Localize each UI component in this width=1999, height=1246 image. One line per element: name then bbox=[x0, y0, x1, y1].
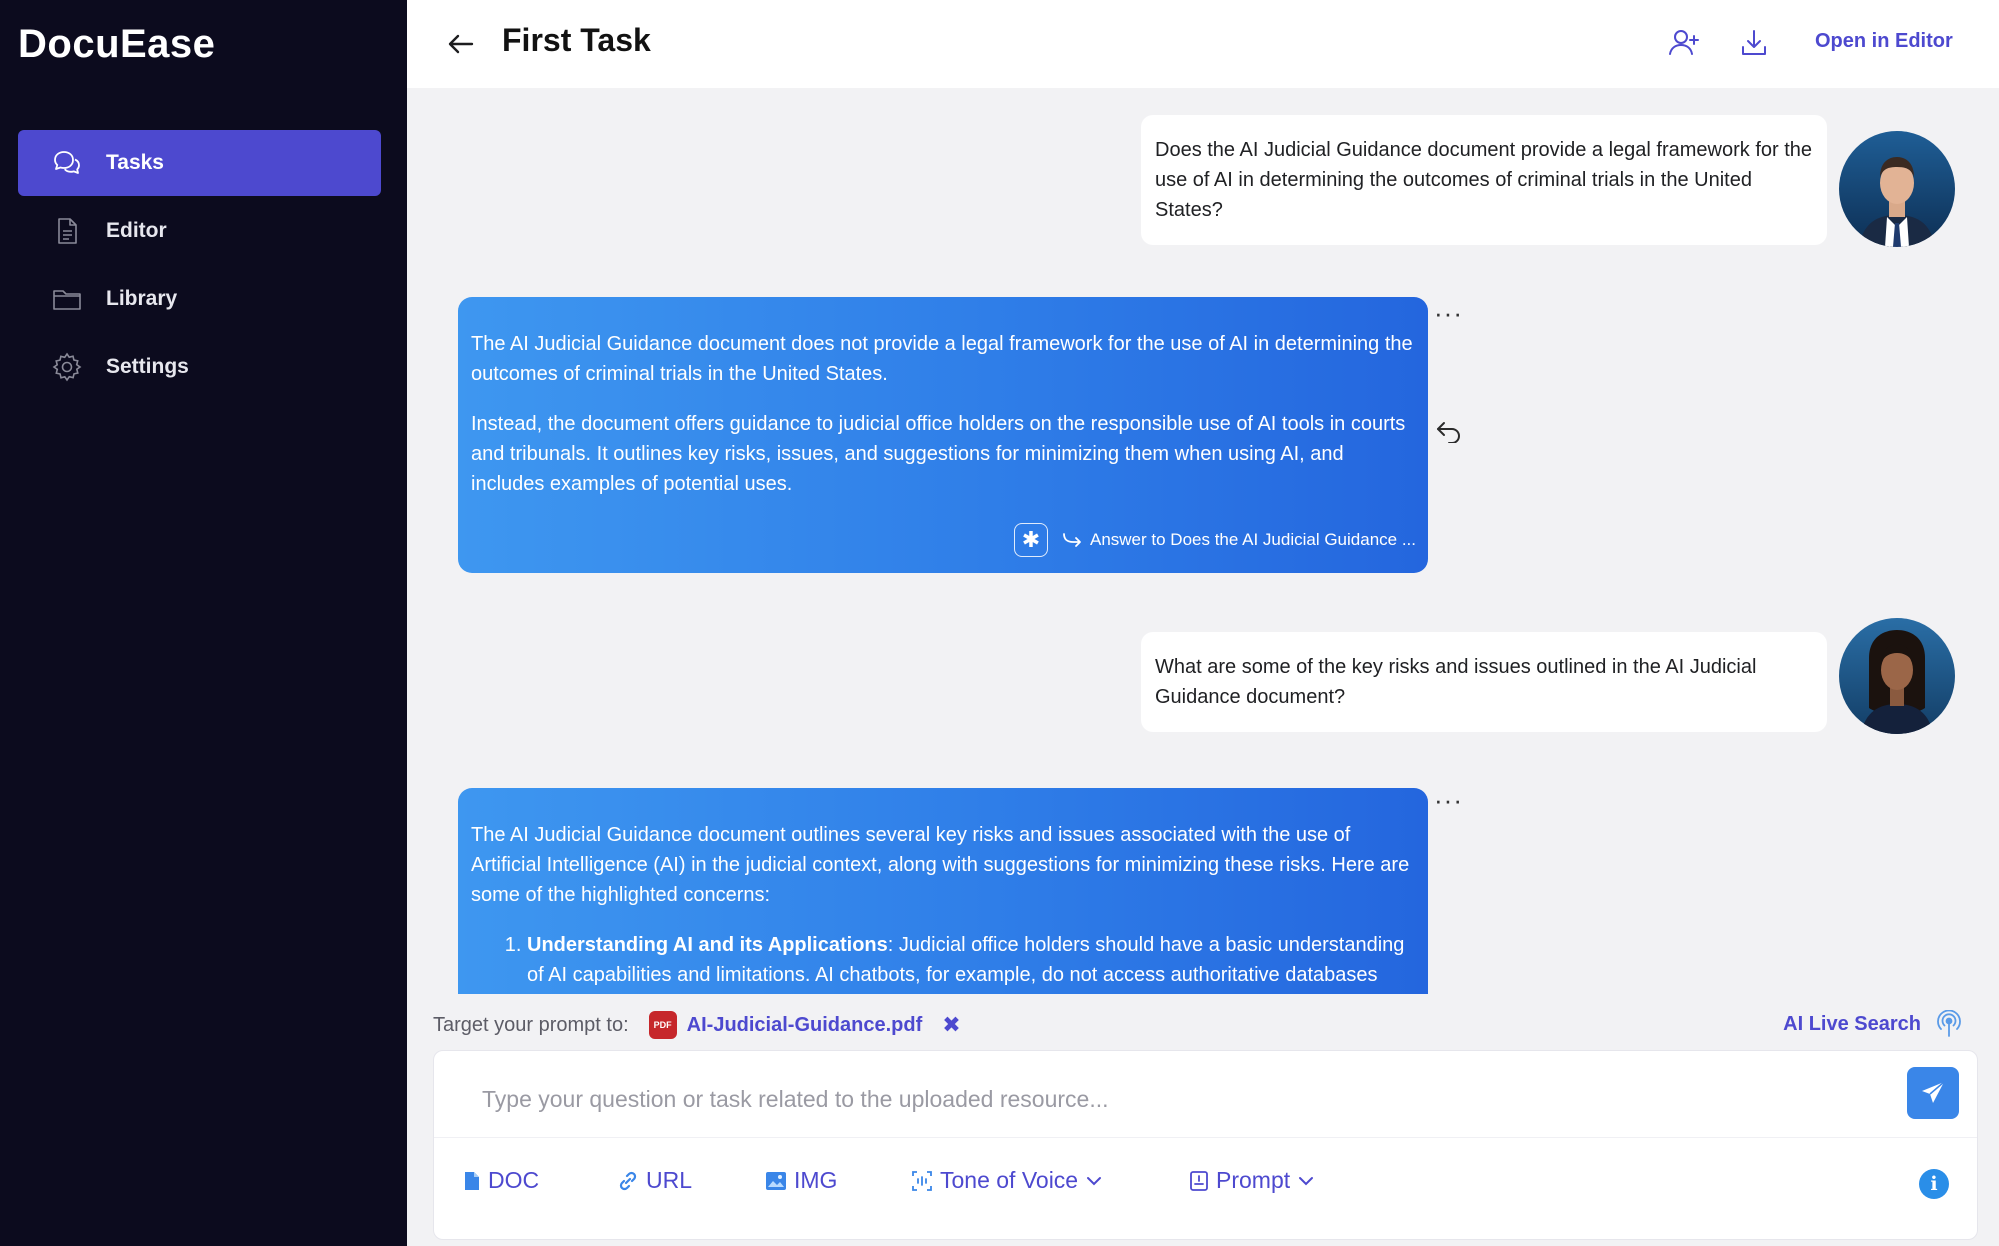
back-arrow-icon[interactable] bbox=[441, 24, 481, 64]
prompt-input[interactable] bbox=[482, 1079, 1822, 1119]
document-icon bbox=[50, 214, 84, 248]
ai-message-footer: ✱ Answer to Does the AI Judicial Guidanc… bbox=[471, 523, 1416, 557]
ai-message: The AI Judicial Guidance document outlin… bbox=[458, 788, 1428, 994]
tone-of-voice-label: Tone of Voice bbox=[940, 1167, 1079, 1193]
sidebar-item-editor[interactable]: Editor bbox=[18, 198, 381, 264]
tone-of-voice-dropdown[interactable]: Tone of Voice bbox=[912, 1167, 1102, 1194]
target-file-name: AI-Judicial-Guidance.pdf bbox=[686, 1013, 923, 1036]
target-label: Target your prompt to: bbox=[433, 1013, 629, 1036]
list-item-title: Understanding AI and its Applications bbox=[527, 934, 888, 956]
download-icon[interactable] bbox=[1733, 22, 1775, 64]
doc-label: DOC bbox=[488, 1167, 540, 1193]
sidebar-item-label: Editor bbox=[106, 219, 167, 242]
page-title: First Task bbox=[502, 22, 651, 58]
open-in-editor-link[interactable]: Open in Editor bbox=[1815, 30, 1953, 53]
info-icon[interactable]: i bbox=[1919, 1169, 1949, 1199]
img-button[interactable]: IMG bbox=[766, 1167, 837, 1194]
tone-icon bbox=[912, 1170, 932, 1191]
chevron-down-icon bbox=[1086, 1176, 1102, 1186]
chat-thread: Does the AI Judicial Guidance document p… bbox=[407, 88, 1999, 994]
prompt-dropdown[interactable]: Prompt bbox=[1190, 1167, 1314, 1194]
undo-icon[interactable] bbox=[1432, 414, 1466, 448]
composer-divider bbox=[434, 1137, 1977, 1138]
add-user-icon[interactable] bbox=[1663, 22, 1705, 64]
prompt-label: Prompt bbox=[1216, 1167, 1291, 1193]
ai-live-search-toggle[interactable]: AI Live Search bbox=[1783, 1010, 1963, 1038]
sidebar-item-label: Settings bbox=[106, 355, 189, 378]
user-message-text: What are some of the key risks and issue… bbox=[1155, 656, 1757, 708]
list-item: Understanding AI and its Applications: J… bbox=[527, 930, 1416, 994]
user-message: What are some of the key risks and issue… bbox=[1141, 632, 1827, 732]
answer-reference-link[interactable]: Answer to Does the AI Judicial Guidance … bbox=[1090, 525, 1416, 555]
gear-icon bbox=[50, 350, 84, 384]
ai-message-paragraph: The AI Judicial Guidance document outlin… bbox=[471, 824, 1410, 906]
url-label: URL bbox=[646, 1167, 693, 1193]
pdf-icon: PDF bbox=[648, 1011, 677, 1039]
remove-target-icon[interactable]: ✖ bbox=[942, 1012, 960, 1038]
more-options-icon[interactable]: ··· bbox=[1434, 785, 1463, 816]
chevron-down-icon bbox=[1298, 1176, 1314, 1186]
sidebar-item-label: Tasks bbox=[106, 151, 164, 174]
link-icon bbox=[618, 1171, 638, 1191]
url-button[interactable]: URL bbox=[618, 1167, 692, 1194]
image-icon bbox=[766, 1171, 786, 1190]
top-header: First Task Open in Editor bbox=[407, 0, 1999, 88]
user-avatar-woman bbox=[1839, 618, 1955, 734]
doc-button[interactable]: DOC bbox=[464, 1167, 539, 1194]
sidebar: DocuEase Tasks Editor Library Settings bbox=[0, 0, 407, 1246]
sidebar-item-settings[interactable]: Settings bbox=[18, 334, 381, 400]
brand-logo: DocuEase bbox=[18, 22, 216, 66]
ai-message-list: Understanding AI and its Applications: J… bbox=[527, 930, 1416, 994]
prompt-target-row: Target your prompt to: PDF AI-Judicial-G… bbox=[433, 1008, 1963, 1042]
ai-message: The AI Judicial Guidance document does n… bbox=[458, 297, 1428, 573]
star-icon[interactable]: ✱ bbox=[1013, 523, 1048, 557]
folder-icon bbox=[50, 282, 84, 316]
send-icon bbox=[1922, 1081, 1945, 1103]
user-message: Does the AI Judicial Guidance document p… bbox=[1141, 115, 1827, 245]
sidebar-item-tasks[interactable]: Tasks bbox=[18, 130, 381, 196]
user-message-text: Does the AI Judicial Guidance document p… bbox=[1155, 139, 1813, 221]
prompt-composer: DOC URL IMG Tone of Voice Prompt i bbox=[433, 1050, 1978, 1240]
sidebar-item-label: Library bbox=[106, 287, 178, 310]
send-button[interactable] bbox=[1907, 1067, 1959, 1119]
doc-icon bbox=[464, 1171, 480, 1191]
sidebar-item-library[interactable]: Library bbox=[18, 266, 381, 332]
user-avatar-man bbox=[1839, 131, 1955, 247]
more-options-icon[interactable]: ··· bbox=[1434, 298, 1463, 329]
ai-message-paragraph: Instead, the document offers guidance to… bbox=[471, 413, 1406, 495]
chat-bubbles-icon bbox=[50, 146, 84, 180]
ai-message-paragraph: The AI Judicial Guidance document does n… bbox=[471, 333, 1413, 385]
target-file-chip[interactable]: PDF AI-Judicial-Guidance.pdf bbox=[648, 1011, 923, 1039]
img-label: IMG bbox=[794, 1167, 838, 1193]
ai-live-search-label: AI Live Search bbox=[1783, 1012, 1921, 1035]
prompt-icon bbox=[1190, 1170, 1208, 1191]
broadcast-icon bbox=[1935, 1010, 1963, 1038]
reply-arrow-icon bbox=[1062, 532, 1082, 548]
